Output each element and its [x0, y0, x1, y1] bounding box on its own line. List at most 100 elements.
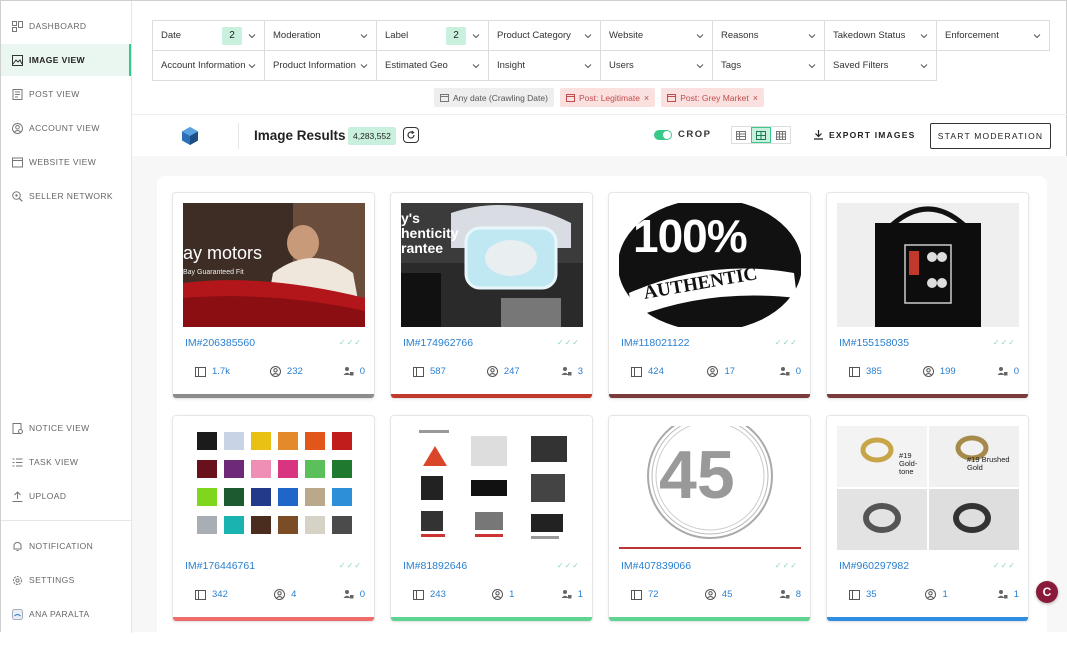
filter-product-category[interactable]: Product Category: [488, 20, 601, 51]
chevron-down-icon: [920, 62, 928, 70]
notice-icon: [12, 422, 23, 434]
image-thumbnail[interactable]: 45: [619, 426, 801, 550]
chip-any-date[interactable]: Any date (Crawling Date): [434, 88, 554, 107]
image-thumbnail[interactable]: 100% AUTHENTIC: [619, 203, 801, 327]
page-title: Image Results: [254, 128, 346, 143]
panel-icon: [195, 366, 206, 377]
status-bar: [173, 394, 374, 398]
stat-users: 17: [707, 366, 735, 377]
image-card[interactable]: 45 IM#407839066 ✓✓✓ 72 45 8: [608, 415, 811, 622]
filter-label-dropdown[interactable]: Label 2: [376, 20, 489, 51]
filter-reasons[interactable]: Reasons: [712, 20, 825, 51]
start-moderation-button[interactable]: START MODERATION: [930, 123, 1051, 149]
accounts-icon: [997, 590, 1008, 599]
close-icon[interactable]: ×: [753, 93, 758, 103]
sidebar-item-account-view[interactable]: Account View: [1, 112, 131, 144]
close-icon[interactable]: ×: [644, 93, 649, 103]
image-card[interactable]: y's henticity rantee IM#174962766 ✓✓✓ 58…: [390, 192, 593, 399]
network-icon: [12, 190, 23, 202]
sidebar-item-seller-network[interactable]: Seller Network: [1, 180, 131, 212]
chevron-down-icon: [808, 32, 816, 40]
stat-value: 1.7k: [212, 366, 230, 377]
filter-users[interactable]: Users: [600, 50, 713, 81]
sidebar-item-website-view[interactable]: Website View: [1, 146, 131, 178]
chevron-down-icon: [696, 62, 704, 70]
image-id-link[interactable]: IM#407839066: [621, 560, 691, 572]
filter-enforcement[interactable]: Enforcement: [936, 20, 1050, 51]
accounts-icon: [343, 367, 354, 376]
filter-tags[interactable]: Tags: [712, 50, 825, 81]
sidebar-item-task-view[interactable]: Task View: [1, 446, 131, 478]
filter-label: Label: [385, 30, 409, 41]
export-images-button[interactable]: EXPORT IMAGES: [813, 129, 915, 140]
filter-insight[interactable]: Insight: [488, 50, 601, 81]
check-icon: ✓✓✓: [556, 561, 580, 570]
crop-toggle[interactable]: [654, 130, 672, 140]
image-card[interactable]: 100% AUTHENTIC IM#118021122 ✓✓✓ 424 17 0: [608, 192, 811, 399]
chat-support-button[interactable]: C: [1036, 581, 1058, 603]
image-thumbnail[interactable]: [837, 203, 1019, 327]
stat-accounts: 3: [561, 366, 583, 377]
image-card[interactable]: IM#176446761 ✓✓✓ 342 4 0: [172, 415, 375, 622]
sidebar-item-notification[interactable]: Notification: [1, 530, 131, 562]
image-id-link[interactable]: IM#206385560: [185, 337, 255, 349]
image-id-link[interactable]: IM#155158035: [839, 337, 909, 349]
accounts-icon: [779, 367, 790, 376]
image-id-link[interactable]: IM#960297982: [839, 560, 909, 572]
image-id-link[interactable]: IM#118021122: [621, 337, 690, 349]
sidebar-item-notice-view[interactable]: Notice View: [1, 412, 131, 444]
filter-moderation[interactable]: Moderation: [264, 20, 377, 51]
panel-icon: [413, 589, 424, 600]
image-id-link[interactable]: IM#81892646: [403, 560, 467, 572]
image-id-link[interactable]: IM#176446761: [185, 560, 255, 572]
filter-saved-filters[interactable]: Saved Filters: [824, 50, 937, 81]
refresh-icon[interactable]: [403, 127, 419, 143]
stat-value: 4: [291, 589, 297, 600]
accounts-icon: [343, 590, 354, 599]
stat-value: 3: [577, 366, 583, 377]
stat-accounts: 0: [779, 366, 801, 377]
sidebar-item-image-view[interactable]: Image View: [1, 44, 131, 76]
image-thumbnail[interactable]: y's henticity rantee: [401, 203, 583, 327]
chevron-down-icon: [360, 62, 368, 70]
panel-icon: [413, 366, 424, 377]
thumb-caption-line: rantee: [401, 240, 444, 256]
sidebar-item-settings[interactable]: Settings: [1, 564, 131, 596]
dense-grid-icon[interactable]: [771, 127, 790, 143]
sidebar-item-dashboard[interactable]: Dashboard: [1, 10, 131, 42]
sidebar-item-upload[interactable]: Upload: [1, 480, 131, 512]
status-bar: [609, 394, 810, 398]
image-thumbnail[interactable]: #19 Gold-tone #19 Brushed Gold: [837, 426, 1019, 550]
chip-post-legitimate[interactable]: Post: Legitimate ×: [559, 88, 656, 107]
image-card[interactable]: IM#155158035 ✓✓✓ 385 199 0: [826, 192, 1029, 399]
grid-view-icon[interactable]: [750, 127, 772, 143]
sidebar-item-user[interactable]: Ana Paralta: [1, 598, 131, 630]
card-stats: 424 17 0: [631, 366, 801, 377]
filter-takedown-status[interactable]: Takedown Status: [824, 20, 937, 51]
sidebar-item-label: Website View: [29, 157, 97, 167]
stat-value: 424: [648, 366, 664, 377]
chip-label: Post: Legitimate: [578, 92, 640, 103]
image-thumbnail[interactable]: [183, 426, 365, 550]
stat-value: 1: [1013, 589, 1019, 600]
image-id-link[interactable]: IM#174962766: [403, 337, 473, 349]
image-thumbnail[interactable]: [401, 426, 583, 550]
stat-accounts: 0: [343, 366, 365, 377]
thumb-caption: #19 Brushed Gold: [967, 455, 1010, 472]
image-card[interactable]: #19 Gold-tone #19 Brushed Gold IM#960297…: [826, 415, 1029, 622]
filter-estimated-geo[interactable]: Estimated Geo: [376, 50, 489, 81]
filter-website[interactable]: Website: [600, 20, 713, 51]
image-thumbnail[interactable]: ay motors Bay Guaranteed Fit: [183, 203, 365, 327]
list-view-icon[interactable]: [732, 127, 751, 143]
sidebar-item-post-view[interactable]: Post View: [1, 78, 131, 110]
thumb-caption-line: y's: [401, 210, 420, 226]
filter-account-information[interactable]: Account Information: [152, 50, 265, 81]
filter-label: Reasons: [721, 30, 759, 41]
user-icon: [492, 589, 504, 600]
chip-post-grey-market[interactable]: Post: Grey Market ×: [661, 88, 764, 107]
image-card[interactable]: ay motors Bay Guaranteed Fit IM#20638556…: [172, 192, 375, 399]
filter-count-badge: 2: [222, 26, 242, 45]
filter-date[interactable]: Date 2: [152, 20, 265, 51]
filter-product-information[interactable]: Product Information: [264, 50, 377, 81]
image-card[interactable]: IM#81892646 ✓✓✓ 243 1 1: [390, 415, 593, 622]
